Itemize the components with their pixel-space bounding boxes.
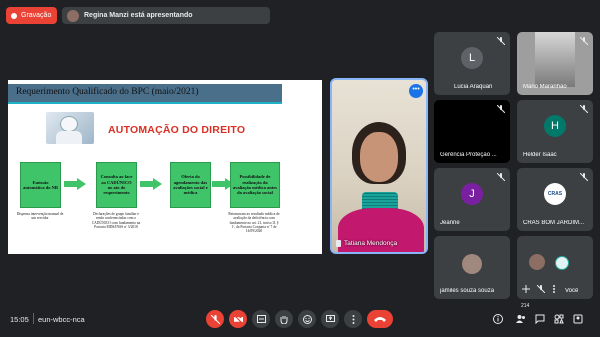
- arrow-right-icon: [64, 178, 86, 190]
- mic-off-icon: [497, 173, 505, 181]
- hand-icon: [280, 315, 288, 324]
- cras-logo: CRAS: [544, 183, 566, 206]
- record-dot-icon: [11, 12, 17, 19]
- flow-desc-4: Retomavam ao resultado médica de avaliaç…: [228, 212, 280, 234]
- flow-step-2: Consulta ao face ao CADÚNICO no ato do r…: [96, 162, 137, 208]
- mic-off-icon: [580, 105, 588, 113]
- flow-step-1: Emissão automática do NB: [20, 162, 61, 208]
- mic-off-icon: [497, 37, 505, 45]
- clock-time: 15:05: [10, 315, 29, 324]
- mic-off-icon: [580, 37, 588, 45]
- participant-name: Mano Maranhao: [523, 84, 567, 90]
- participant-tile[interactable]: J Jeanne: [434, 168, 510, 231]
- arrow-right-icon: [140, 178, 162, 190]
- participant-name: Jeanne: [440, 220, 460, 226]
- captions-button[interactable]: [252, 310, 270, 328]
- activities-icon[interactable]: [554, 314, 564, 324]
- participant-name: Gerência Proteção ...: [440, 152, 497, 158]
- participant-tile[interactable]: jamiles souza souza: [434, 236, 510, 299]
- leave-call-button[interactable]: [367, 310, 393, 328]
- host-controls-icon[interactable]: [573, 314, 583, 324]
- people-count-badge: 214: [521, 303, 530, 309]
- emoji-icon: [302, 314, 312, 324]
- self-name: Você: [565, 288, 579, 294]
- flow-desc-1: Dispensa intervenção manual de um servid…: [16, 212, 64, 221]
- flow-step-3: Oferta do agendamento das avaliações soc…: [170, 162, 211, 208]
- participant-name: Lucia Araquan: [454, 84, 493, 90]
- mic-off-icon[interactable]: [537, 285, 545, 293]
- participant-tile[interactable]: Mano Maranhao: [517, 32, 593, 95]
- presenting-text: Regina Manzi está apresentando: [84, 12, 193, 19]
- present-screen-button[interactable]: [321, 310, 339, 328]
- people-icon[interactable]: [516, 314, 526, 324]
- participant-tile[interactable]: H Helder Isaac: [517, 100, 593, 163]
- presenting-banner: Regina Manzi está apresentando: [62, 7, 270, 24]
- presenter-avatar: [67, 9, 79, 22]
- participant-name: CRAS BOM JARDIM...: [523, 220, 585, 226]
- speaker-tile[interactable]: ••• Tatiana Mendonça: [330, 78, 428, 254]
- slide-title: Requerimento Qualificado do BPC (maio/20…: [16, 87, 199, 97]
- hang-up-icon: [374, 317, 386, 322]
- reactions-button[interactable]: [298, 310, 316, 328]
- recording-badge[interactable]: Gravação: [6, 7, 58, 24]
- robot-illustration: [46, 112, 94, 144]
- info-icon[interactable]: [493, 314, 503, 324]
- avatar: H: [544, 115, 566, 138]
- camera-off-icon: [233, 314, 243, 324]
- shared-slide: Requerimento Qualificado do BPC (maio/20…: [8, 80, 322, 254]
- recording-label: Gravação: [21, 12, 52, 19]
- more-options-icon[interactable]: •••: [409, 84, 423, 98]
- avatar: L: [461, 47, 483, 70]
- slide-headline: AUTOMAÇÃO DO DIREITO: [108, 124, 246, 136]
- pin-icon: [336, 240, 341, 247]
- flow-step-4: Possibilidade de realização da avaliação…: [230, 162, 280, 208]
- meeting-code: eun-wbcc-nca: [38, 315, 85, 324]
- participant-name: jamiles souza souza: [440, 288, 495, 294]
- camera-toggle-button[interactable]: [229, 310, 247, 328]
- participant-name: Helder Isaac: [523, 152, 557, 158]
- flow-desc-2: Declarações de grupo familiar e renda co…: [91, 212, 141, 229]
- captions-icon: [256, 315, 266, 323]
- participant-tile[interactable]: Gerência Proteção ...: [434, 100, 510, 163]
- divider: [33, 313, 34, 324]
- speaker-name: Tatiana Mendonça: [344, 240, 398, 247]
- move-icon[interactable]: [522, 285, 530, 293]
- chat-icon[interactable]: [535, 314, 545, 324]
- mic-off-icon: [580, 173, 588, 181]
- self-tile[interactable]: Você: [517, 236, 593, 299]
- mic-off-icon: [497, 105, 505, 113]
- present-icon: [325, 315, 335, 322]
- participant-tile[interactable]: CRAS CRAS BOM JARDIM...: [517, 168, 593, 231]
- avatar: J: [461, 183, 483, 206]
- mic-toggle-button[interactable]: [206, 310, 224, 328]
- mic-off-icon: [210, 314, 220, 324]
- more-options-icon[interactable]: [550, 285, 558, 293]
- participant-tile[interactable]: L Lucia Araquan: [434, 32, 510, 95]
- more-vert-icon: [352, 314, 354, 324]
- more-options-button[interactable]: [344, 310, 362, 328]
- raise-hand-button[interactable]: [275, 310, 293, 328]
